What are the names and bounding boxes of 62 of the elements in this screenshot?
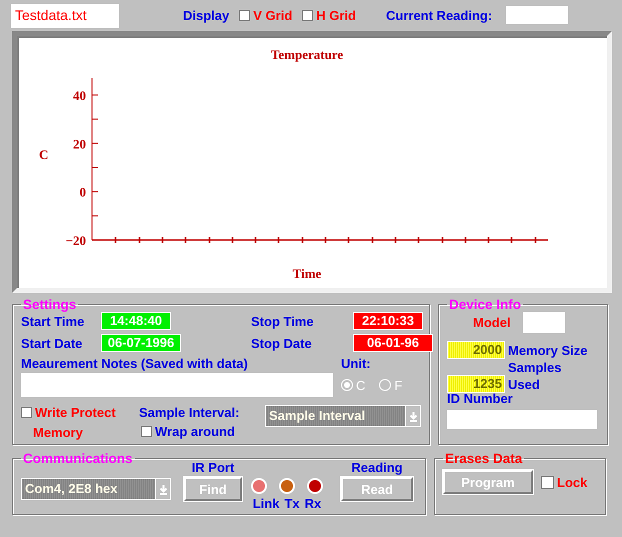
- checkbox[interactable]: [141, 426, 152, 437]
- led-label: Tx: [284, 496, 300, 511]
- checkbox[interactable]: [302, 10, 314, 20]
- checkbox[interactable]: [21, 407, 32, 418]
- grid-option-label: V Grid: [253, 8, 292, 22]
- group-title: Settings: [22, 297, 78, 312]
- samples-used-value: 1235: [447, 375, 505, 393]
- reading-label: Reading: [351, 460, 403, 475]
- sample-interval-dropdown[interactable]: Sample Interval: [265, 405, 421, 427]
- radio-button[interactable]: [379, 379, 392, 391]
- down-arrow-icon: [408, 410, 418, 422]
- display-label: Display: [183, 8, 230, 22]
- y-axis-label: C: [39, 147, 48, 162]
- x-axis-label: Time: [292, 266, 322, 281]
- y-tick-label: −20: [66, 233, 86, 248]
- y-tick-label: 40: [73, 88, 86, 103]
- notes-field[interactable]: [21, 373, 333, 397]
- ir-port-label: IR Port: [192, 460, 234, 475]
- time-value: 06-07-1996: [101, 334, 181, 352]
- lock-label: Lock: [557, 474, 588, 490]
- write-protect-sublabel: Memory: [33, 425, 83, 440]
- group-title: Erases Data: [444, 451, 524, 466]
- find-button[interactable]: Find: [184, 477, 242, 501]
- id-number-label: ID Number: [447, 391, 514, 406]
- time-value: 22:10:33: [353, 312, 423, 330]
- program-button[interactable]: Program: [443, 470, 533, 494]
- memory-size-value: 2000: [447, 341, 505, 359]
- led-label: Rx: [304, 496, 322, 511]
- read-button[interactable]: Read: [341, 477, 413, 501]
- time-label: Start Date: [21, 336, 84, 350]
- checkbox[interactable]: [239, 10, 250, 20]
- down-arrow-icon: [158, 484, 168, 494]
- unit-option-label: F: [394, 378, 402, 392]
- write-protect-label: Write Protect: [35, 405, 116, 420]
- y-tick-label: 20: [73, 136, 86, 152]
- time-label: Stop Date: [251, 336, 313, 350]
- time-value: 14:48:40: [101, 312, 171, 330]
- led-label: Link: [252, 496, 280, 511]
- group-title: Device Info: [448, 297, 522, 312]
- current-reading-label: Current Reading:: [386, 8, 492, 22]
- memory-size-label: Memory Size: [508, 342, 588, 358]
- chart-title: Temperature: [270, 47, 344, 62]
- unit-label: Unit:: [341, 356, 371, 371]
- samples-label: Samples: [508, 360, 562, 375]
- time-label: Stop Time: [251, 314, 315, 328]
- current-reading-field: [506, 6, 568, 24]
- wrap-around-label: Wrap around: [155, 424, 235, 439]
- model-field: [522, 312, 565, 333]
- sample-interval-label: Sample Interval:: [139, 405, 240, 420]
- com-port-dropdown[interactable]: Com4, 2E8 hex: [21, 478, 171, 500]
- unit-option-label: C: [356, 378, 366, 392]
- model-label: Model: [473, 315, 511, 330]
- notes-label: Meaurement Notes (Saved with data): [21, 356, 249, 371]
- checkbox[interactable]: [541, 476, 554, 488]
- used-label: Used: [508, 376, 540, 392]
- file-name: Testdata.txt: [11, 4, 119, 28]
- radio-button[interactable]: [341, 379, 353, 391]
- time-value: 06-01-96: [353, 334, 433, 352]
- grid-option-label: H Grid: [316, 8, 356, 22]
- time-label: Start Time: [21, 314, 86, 328]
- y-tick-label: 0: [80, 184, 86, 200]
- group-title: Communications: [22, 451, 134, 466]
